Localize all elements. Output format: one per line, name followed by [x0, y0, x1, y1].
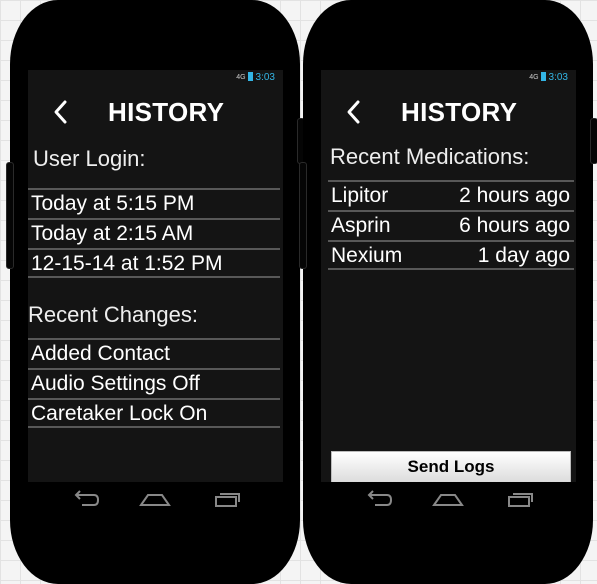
- power-button[interactable]: [590, 118, 597, 164]
- status-time: 3:03: [255, 72, 275, 83]
- medication-time: 2 hours ago: [459, 184, 570, 207]
- table-row[interactable]: Lipitor 2 hours ago: [328, 180, 574, 210]
- list-item[interactable]: Added Contact: [28, 338, 280, 368]
- app-header: HISTORY: [321, 86, 576, 138]
- list-item[interactable]: 12-15-14 at 1:52 PM: [28, 248, 280, 278]
- volume-button[interactable]: [6, 162, 14, 269]
- recent-apps-icon[interactable]: [503, 486, 537, 514]
- screen: 4G 3:03 HISTORY Recent Medications: Lipit…: [321, 70, 576, 482]
- user-login-list: Today at 5:15 PM Today at 2:15 AM 12-15-…: [28, 188, 280, 278]
- battery-icon: [540, 72, 546, 81]
- nav-bar: [10, 486, 300, 516]
- status-bar: 4G 3:03: [321, 70, 576, 86]
- recent-changes-list: Added Contact Audio Settings Off Caretak…: [28, 338, 280, 428]
- medication-name: Lipitor: [331, 184, 389, 207]
- status-time: 3:03: [548, 72, 568, 83]
- signal-icon: 4G: [236, 74, 246, 81]
- signal-icon: 4G: [529, 74, 539, 81]
- user-login-label: User Login:: [33, 146, 146, 171]
- volume-button[interactable]: [299, 162, 307, 269]
- status-bar: 4G 3:03: [28, 70, 283, 86]
- home-icon[interactable]: [138, 486, 172, 514]
- app-header: HISTORY: [28, 86, 283, 138]
- list-item[interactable]: Today at 2:15 AM: [28, 218, 280, 248]
- list-item[interactable]: Today at 5:15 PM: [28, 188, 280, 218]
- chevron-left-icon[interactable]: [339, 96, 369, 128]
- page-title: HISTORY: [401, 97, 518, 127]
- table-row[interactable]: Nexium 1 day ago: [328, 240, 574, 270]
- recent-medications-label: Recent Medications:: [330, 144, 530, 169]
- medication-name: Nexium: [331, 244, 403, 267]
- screen: 4G 3:03 HISTORY User Login: Today at 5:15…: [28, 70, 283, 482]
- battery-icon: [247, 72, 253, 81]
- home-icon[interactable]: [431, 486, 465, 514]
- back-arrow-icon[interactable]: [68, 486, 102, 514]
- recent-changes-label: Recent Changes:: [28, 302, 198, 327]
- nav-bar: [303, 486, 593, 516]
- recent-medications-list: Lipitor 2 hours ago Asprin 6 hours ago N…: [328, 180, 574, 270]
- back-arrow-icon[interactable]: [361, 486, 395, 514]
- medication-time: 1 day ago: [477, 244, 570, 267]
- table-row[interactable]: Asprin 6 hours ago: [328, 210, 574, 240]
- medication-name: Asprin: [331, 214, 391, 237]
- recent-apps-icon[interactable]: [210, 486, 244, 514]
- send-logs-button[interactable]: Send Logs: [331, 451, 571, 482]
- list-item[interactable]: Audio Settings Off: [28, 368, 280, 398]
- phone-left: 4G 3:03 HISTORY User Login: Today at 5:15…: [6, 0, 305, 584]
- medication-time: 6 hours ago: [459, 214, 570, 237]
- chevron-left-icon[interactable]: [46, 96, 76, 128]
- phone-right: 4G 3:03 HISTORY Recent Medications: Lipit…: [299, 0, 597, 584]
- page-title: HISTORY: [108, 97, 225, 127]
- list-item[interactable]: Caretaker Lock On: [28, 398, 280, 428]
